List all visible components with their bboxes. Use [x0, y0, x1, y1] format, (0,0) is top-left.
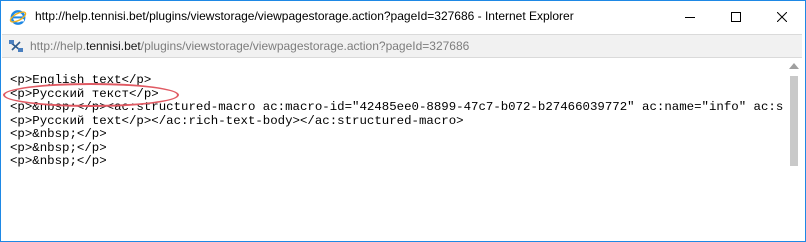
title-bar[interactable]: http://help.tennisi.bet/plugins/viewstor… — [1, 1, 805, 33]
vertical-scrollbar[interactable] — [785, 58, 803, 241]
ie-popup-window: http://help.tennisi.bet/plugins/viewstor… — [0, 0, 806, 242]
url-prefix: http://help. — [30, 39, 87, 53]
close-button[interactable] — [759, 1, 805, 33]
scroll-thumb[interactable] — [790, 76, 798, 166]
minimize-icon — [685, 17, 695, 18]
maximize-button[interactable] — [713, 1, 759, 33]
window-title: http://help.tennisi.bet/plugins/viewstor… — [35, 9, 574, 23]
close-icon — [777, 12, 787, 22]
source-line: <p>&nbsp;</p> — [10, 154, 107, 168]
page-content: <p>English text</p> <p>Русский текст</p> <… — [1, 58, 783, 241]
maximize-icon — [731, 12, 741, 22]
ie-page-icon — [9, 40, 23, 52]
minimize-button[interactable] — [667, 1, 713, 33]
url-host: tennisi.bet — [86, 39, 141, 53]
scroll-up-arrow-icon[interactable] — [789, 63, 799, 69]
red-highlight-ellipse — [3, 83, 179, 107]
source-line: <p>Русский text</p></ac:rich-text-body><… — [10, 113, 464, 128]
address-bar[interactable]: http://help.tennisi.bet/plugins/viewstor… — [2, 34, 802, 58]
ie-icon — [9, 10, 27, 25]
source-line: <p>&nbsp;</p> — [10, 140, 107, 155]
source-line: <p>&nbsp;</p> — [10, 127, 107, 141]
url-path: /plugins/viewstorage/viewpagestorage.act… — [140, 39, 470, 53]
url-text[interactable]: http://help.tennisi.bet/plugins/viewstor… — [30, 39, 469, 53]
